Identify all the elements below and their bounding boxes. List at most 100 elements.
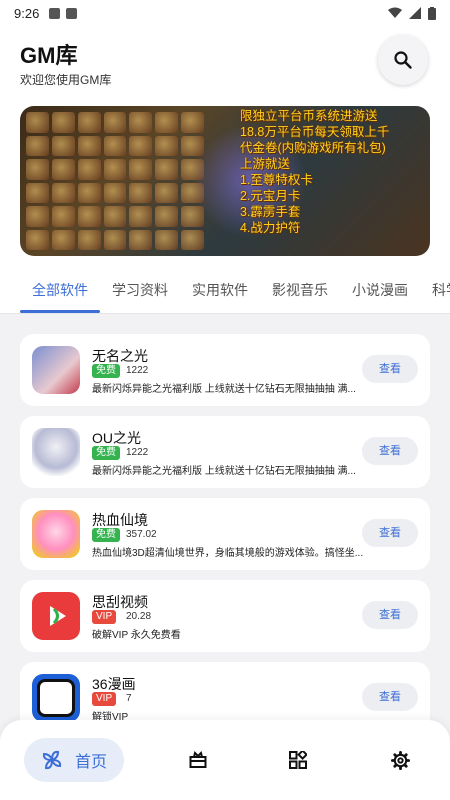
banner-art-tile <box>129 229 153 250</box>
price-badge: 免费 <box>92 364 120 378</box>
tab-all-software[interactable]: 全部软件 <box>32 280 88 300</box>
app-metric: 20.28 <box>126 611 152 622</box>
banner-art-tile <box>181 229 204 250</box>
banner-art-tile <box>26 159 49 180</box>
banner-art-tile <box>103 159 127 180</box>
banner-art-tile <box>103 135 127 156</box>
banner-art-tile <box>77 206 101 227</box>
price-badge: 免费 <box>92 446 120 460</box>
gear-icon <box>390 750 410 770</box>
banner-line: 上游就送 <box>240 157 291 171</box>
app-name: 热血仙境 <box>92 512 148 528</box>
banner-art-tile <box>51 135 75 156</box>
view-button[interactable]: 查看 <box>362 683 418 711</box>
banner-art-tile <box>129 206 153 227</box>
banner-art-tile <box>155 182 179 203</box>
app-metric: 1222 <box>126 365 149 376</box>
banner-art-tile <box>51 206 75 227</box>
banner-art-tile <box>103 112 127 133</box>
nav-apps-button[interactable] <box>288 750 308 770</box>
app-description: 最新闪烁异能之光福利版 上线就送十亿钻石无限抽抽抽 满... <box>92 384 356 395</box>
list-item[interactable]: 思刮视频 VIP 20.28 破解VIP 永久免费看 查看 <box>20 580 430 652</box>
gift-box-icon <box>189 751 207 768</box>
app-metric: 1222 <box>126 447 149 458</box>
banner-art-tile <box>51 182 75 203</box>
banner-line: 18.8万平台币每天领取上千 <box>240 125 390 139</box>
banner-art-tile <box>77 182 101 203</box>
banner-art-tile <box>26 182 49 203</box>
list-item[interactable]: OU之光 免费 1222 最新闪烁异能之光福利版 上线就送十亿钻石无限抽抽抽 满… <box>20 416 430 488</box>
comic-app-icon <box>32 674 80 722</box>
battery-icon <box>428 6 436 20</box>
category-tabs: 全部软件 学习资料 实用软件 影视音乐 小说漫画 科学 <box>0 266 450 314</box>
pinwheel-icon <box>42 750 62 770</box>
banner-art-tile <box>155 112 179 133</box>
app-name: 无名之光 <box>92 348 148 364</box>
banner-art-tile <box>129 182 153 203</box>
banner-art-tile <box>51 229 75 250</box>
banner-line: 限独立平台币系统进游送 <box>240 109 378 123</box>
app-name: 思刮视频 <box>92 594 148 610</box>
banner-art-tile <box>26 206 49 227</box>
wifi-icon <box>388 7 402 18</box>
rexue-game-icon <box>32 510 80 558</box>
banner-line: 代金卷(内购游戏所有礼包) <box>240 141 386 155</box>
active-tab-indicator <box>20 310 100 313</box>
banner-art-tile <box>77 229 101 250</box>
banner-art-tile <box>103 182 127 203</box>
signal-icon <box>409 7 421 19</box>
bottom-nav: 首页 <box>0 720 450 800</box>
tab-media[interactable]: 影视音乐 <box>272 280 328 300</box>
banner-art-tile <box>103 229 127 250</box>
image-notification-icon <box>49 7 61 19</box>
nav-home-label: 首页 <box>74 754 107 771</box>
tab-learning[interactable]: 学习资料 <box>112 280 168 300</box>
view-button[interactable]: 查看 <box>362 519 418 547</box>
search-button[interactable] <box>378 35 428 85</box>
video-app-icon <box>32 592 80 640</box>
banner-art-tile <box>51 159 75 180</box>
app-name: OU之光 <box>92 430 141 446</box>
banner-line: 3.霹雳手套 <box>240 205 301 219</box>
banner-line: 4.战力护符 <box>240 221 301 235</box>
tab-science[interactable]: 科学 <box>432 280 450 300</box>
banner-art-tile <box>155 229 179 250</box>
list-item[interactable]: 无名之光 免费 1222 最新闪烁异能之光福利版 上线就送十亿钻石无限抽抽抽 满… <box>20 334 430 406</box>
banner-art-tile <box>155 159 179 180</box>
promo-banner[interactable]: 限独立平台币系统进游送 18.8万平台币每天领取上千 代金卷(内购游戏所有礼包) 上游… <box>20 106 430 256</box>
view-button[interactable]: 查看 <box>362 601 418 629</box>
nav-settings-button[interactable] <box>390 750 410 770</box>
tab-novels-comics[interactable]: 小说漫画 <box>352 280 408 300</box>
app-description: 最新闪烁异能之光福利版 上线就送十亿钻石无限抽抽抽 满... <box>92 466 356 477</box>
banner-art-tile <box>155 135 179 156</box>
search-icon <box>394 51 412 69</box>
banner-line: 2.元宝月卡 <box>240 189 301 203</box>
banner-art-tile <box>103 206 127 227</box>
banner-art-tile <box>129 135 153 156</box>
status-time: 9:26 <box>14 5 40 21</box>
banner-section: 限独立平台币系统进游送 18.8万平台币每天领取上千 代金卷(内购游戏所有礼包) 上游… <box>0 96 450 266</box>
banner-art-tile <box>51 112 75 133</box>
font-notification-icon <box>66 7 78 19</box>
nav-home-button[interactable]: 首页 <box>24 738 124 782</box>
price-badge: VIP <box>92 610 117 624</box>
view-button[interactable]: 查看 <box>362 437 418 465</box>
banner-game-artwork <box>20 106 210 256</box>
tab-utilities[interactable]: 实用软件 <box>192 280 248 300</box>
banner-art-tile <box>26 135 49 156</box>
ou-game-icon <box>32 428 80 476</box>
app-metric: 357.02 <box>126 529 157 540</box>
banner-art-tile <box>77 159 101 180</box>
banner-art-tile <box>26 229 49 250</box>
list-item[interactable]: 热血仙境 免费 357.02 热血仙境3D超清仙境世界，身临其境般的游戏体验。搞… <box>20 498 430 570</box>
nav-gift-button[interactable] <box>188 750 208 770</box>
app-subtitle: 欢迎您使用GM库 <box>20 73 112 87</box>
app-name: 36漫画 <box>92 676 136 692</box>
wuming-game-icon <box>32 346 80 394</box>
header: GM库 欢迎您使用GM库 <box>0 26 450 96</box>
view-button[interactable]: 查看 <box>362 355 418 383</box>
banner-art-tile <box>26 112 49 133</box>
banner-art-tile <box>77 112 101 133</box>
banner-art-tile <box>129 159 153 180</box>
app-title: GM库 <box>20 43 78 68</box>
